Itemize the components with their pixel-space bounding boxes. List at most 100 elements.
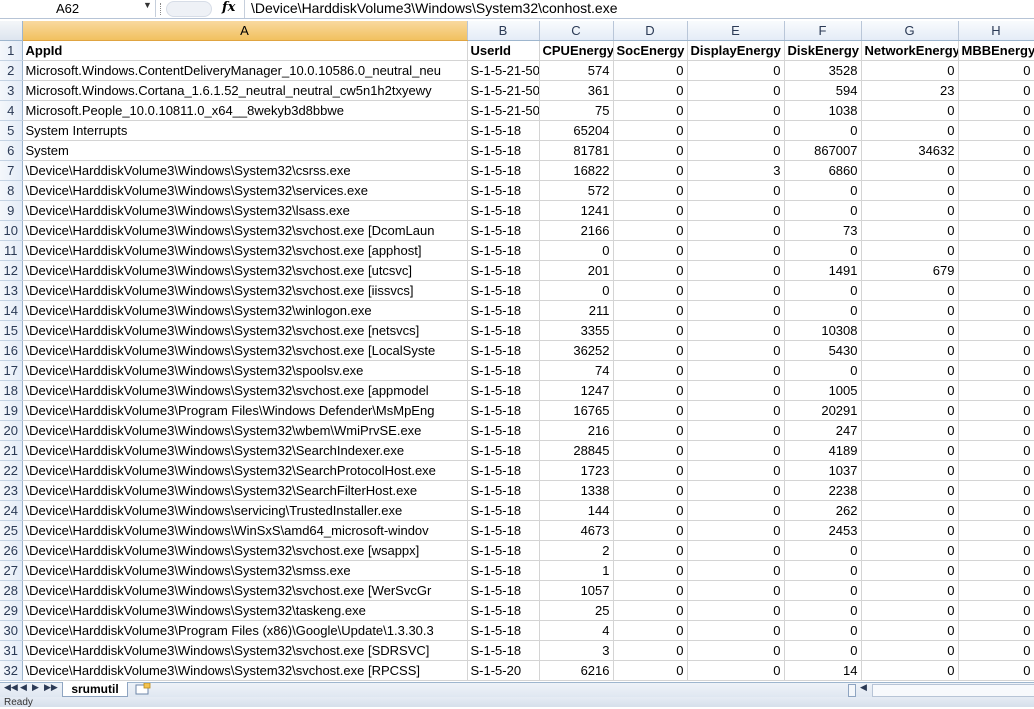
table-cell[interactable]: 0 [958,660,1034,681]
table-cell[interactable]: 0 [613,340,688,361]
table-cell[interactable]: 0 [687,360,785,381]
table-cell[interactable]: 0 [539,280,614,301]
table-cell[interactable]: S-1-5-18 [467,220,540,241]
table-cell[interactable]: 0 [687,340,785,361]
formula-input[interactable]: \Device\HarddiskVolume3\Windows\System32… [251,0,618,16]
table-cell[interactable]: 0 [861,620,959,641]
table-cell[interactable]: 0 [861,220,959,241]
table-cell[interactable]: S-1-5-18 [467,360,540,381]
table-cell[interactable]: 0 [861,160,959,181]
row-header[interactable]: 17 [0,360,23,381]
table-cell[interactable]: \Device\HarddiskVolume3\Windows\System32… [22,260,468,281]
table-cell[interactable]: 0 [958,560,1034,581]
table-cell[interactable]: 0 [687,640,785,661]
row-header[interactable]: 15 [0,320,23,341]
table-cell[interactable]: \Device\HarddiskVolume3\Windows\System32… [22,540,468,561]
table-cell[interactable]: 0 [613,80,688,101]
table-cell[interactable]: 594 [784,80,862,101]
row-header[interactable]: 14 [0,300,23,321]
table-cell[interactable]: 0 [687,320,785,341]
table-cell[interactable]: S-1-5-18 [467,340,540,361]
table-cell[interactable]: 34632 [861,140,959,161]
table-cell[interactable]: 0 [958,300,1034,321]
table-cell[interactable]: 201 [539,260,614,281]
table-cell[interactable]: 0 [784,360,862,381]
table-cell[interactable]: 0 [861,480,959,501]
table-cell[interactable]: \Device\HarddiskVolume3\Windows\System32… [22,580,468,601]
table-cell[interactable]: 81781 [539,140,614,161]
table-cell[interactable]: 0 [958,520,1034,541]
table-cell[interactable]: 0 [687,260,785,281]
table-cell[interactable]: 0 [613,440,688,461]
table-cell[interactable]: 0 [958,280,1034,301]
table-cell[interactable]: 0 [613,620,688,641]
table-cell[interactable]: 1491 [784,260,862,281]
table-cell[interactable]: 0 [687,500,785,521]
table-cell[interactable]: 0 [958,100,1034,121]
table-cell[interactable]: \Device\HarddiskVolume3\Windows\System32… [22,440,468,461]
table-cell[interactable]: S-1-5-18 [467,280,540,301]
table-cell[interactable]: S-1-5-18 [467,440,540,461]
table-cell[interactable]: \Device\HarddiskVolume3\Windows\System32… [22,360,468,381]
table-cell[interactable]: 0 [958,200,1034,221]
table-cell[interactable]: 0 [687,180,785,201]
table-cell[interactable]: 0 [613,60,688,81]
row-header[interactable]: 11 [0,240,23,261]
table-cell[interactable]: 0 [784,280,862,301]
table-cell[interactable]: 6860 [784,160,862,181]
table-cell[interactable]: System Interrupts [22,120,468,141]
table-cell[interactable]: S-1-5-18 [467,260,540,281]
table-cell[interactable]: 6216 [539,660,614,681]
table-cell[interactable]: S-1-5-18 [467,380,540,401]
row-header[interactable]: 8 [0,180,23,201]
row-header[interactable]: 32 [0,660,23,681]
table-cell[interactable]: 0 [861,180,959,201]
table-cell[interactable]: S-1-5-21-50 [467,100,540,121]
table-cell[interactable]: 0 [861,400,959,421]
table-cell[interactable]: 4673 [539,520,614,541]
table-cell[interactable]: 0 [861,520,959,541]
table-cell[interactable]: 1057 [539,580,614,601]
table-cell[interactable]: 0 [613,100,688,121]
table-cell[interactable]: \Device\HarddiskVolume3\Windows\System32… [22,160,468,181]
table-cell[interactable]: 0 [784,240,862,261]
table-cell[interactable]: 3528 [784,60,862,81]
table-cell[interactable]: 0 [861,340,959,361]
table-cell[interactable]: 3 [539,640,614,661]
table-cell[interactable]: 0 [958,500,1034,521]
table-cell[interactable]: \Device\HarddiskVolume3\Windows\System32… [22,480,468,501]
table-cell[interactable]: System [22,140,468,161]
table-cell[interactable]: 0 [958,340,1034,361]
header-cell[interactable]: CPUEnergy [539,40,614,61]
table-cell[interactable]: 0 [687,380,785,401]
table-cell[interactable]: 1241 [539,200,614,221]
row-header[interactable]: 2 [0,60,23,81]
header-cell[interactable]: DiskEnergy [784,40,862,61]
row-header[interactable]: 25 [0,520,23,541]
row-header[interactable]: 4 [0,100,23,121]
table-cell[interactable]: \Device\HarddiskVolume3\Program Files\Wi… [22,400,468,421]
table-cell[interactable]: 0 [958,360,1034,381]
table-cell[interactable]: \Device\HarddiskVolume3\Windows\System32… [22,660,468,681]
table-cell[interactable]: 0 [613,300,688,321]
row-header[interactable]: 12 [0,260,23,281]
table-cell[interactable]: 0 [687,620,785,641]
table-cell[interactable]: 2166 [539,220,614,241]
table-cell[interactable]: 14 [784,660,862,681]
table-cell[interactable]: 0 [861,200,959,221]
table-cell[interactable]: 4 [539,620,614,641]
table-cell[interactable]: 0 [687,280,785,301]
table-cell[interactable]: 0 [687,240,785,261]
first-sheet-icon[interactable]: ◀◀ [4,682,18,693]
column-header-f[interactable]: F [784,21,862,41]
table-cell[interactable]: 0 [687,600,785,621]
table-cell[interactable]: 36252 [539,340,614,361]
table-cell[interactable]: 0 [539,240,614,261]
table-cell[interactable]: 0 [958,140,1034,161]
table-cell[interactable]: S-1-5-18 [467,540,540,561]
table-cell[interactable]: S-1-5-18 [467,300,540,321]
table-cell[interactable]: 0 [687,520,785,541]
scroll-split-handle[interactable] [848,684,856,697]
table-cell[interactable]: \Device\HarddiskVolume3\Windows\System32… [22,220,468,241]
table-cell[interactable]: 0 [613,660,688,681]
